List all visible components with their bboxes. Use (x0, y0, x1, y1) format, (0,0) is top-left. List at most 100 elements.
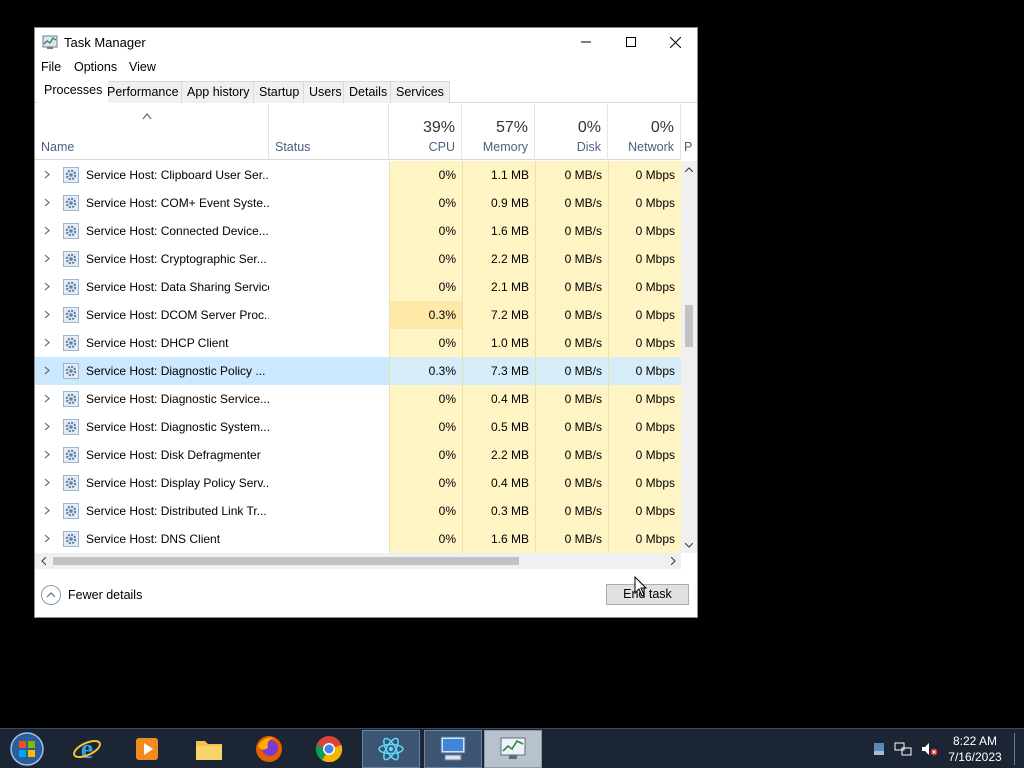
table-row[interactable]: Service Host: DNS Client 0% 1.6 MB 0 MB/s 0 … (35, 525, 681, 553)
column-header-status[interactable]: Status (269, 104, 389, 160)
process-cpu: 0.3% (389, 357, 462, 385)
expand-chevron-icon[interactable] (41, 413, 53, 441)
service-gear-icon (63, 419, 79, 435)
expand-chevron-icon[interactable] (41, 245, 53, 273)
tab-users[interactable]: Users (303, 81, 348, 103)
flag-notification-icon[interactable] (872, 741, 886, 757)
menu-view[interactable]: View (129, 60, 156, 74)
maximize-button[interactable] (608, 28, 654, 56)
expand-chevron-icon[interactable] (41, 273, 53, 301)
minimize-button[interactable] (563, 28, 609, 56)
column-header-network[interactable]: 0% Network (608, 104, 681, 160)
table-row[interactable]: Service Host: Disk Defragmenter 0% 2.2 MB 0… (35, 441, 681, 469)
close-button[interactable] (652, 28, 698, 56)
table-row[interactable]: Service Host: Clipboard User Ser... 0% 1.1… (35, 161, 681, 189)
taskbar-media-player[interactable] (118, 730, 176, 768)
react-atom-icon (378, 737, 404, 761)
remote-desktop-icon (440, 736, 466, 761)
process-network: 0 Mbps (608, 413, 681, 441)
column-header-row: Name Status 39% CPU 57% Memory 0% Disk 0… (35, 104, 692, 160)
vertical-scrollbar[interactable] (681, 161, 697, 553)
tab-startup[interactable]: Startup (253, 81, 306, 103)
column-header-overflow[interactable]: P (681, 104, 697, 160)
taskbar-firefox[interactable] (240, 730, 298, 768)
taskbar-file-explorer[interactable] (180, 730, 238, 768)
process-status (269, 161, 389, 189)
table-row[interactable]: Service Host: COM+ Event Syste... 0% 0.9 M… (35, 189, 681, 217)
expand-chevron-icon[interactable] (41, 329, 53, 357)
taskbar-react-devtools[interactable] (362, 730, 420, 768)
process-disk: 0 MB/s (535, 245, 608, 273)
process-network: 0 Mbps (608, 217, 681, 245)
service-gear-icon (63, 195, 79, 211)
tab-performance[interactable]: Performance (101, 81, 185, 103)
taskbar-internet-explorer[interactable]: e (58, 730, 116, 768)
network-icon[interactable] (894, 741, 912, 757)
expand-chevron-icon[interactable] (41, 301, 53, 329)
vertical-scroll-thumb[interactable] (685, 305, 693, 347)
table-row[interactable]: Service Host: Diagnostic Service... 0% 0.4… (35, 385, 681, 413)
process-status (269, 273, 389, 301)
tab-services[interactable]: Services (390, 81, 450, 103)
maximize-icon (626, 37, 636, 47)
scroll-down-arrow-icon[interactable] (681, 537, 697, 553)
column-label-network: Network (628, 140, 674, 154)
taskbar: e 8:22 AM 7/16/2023 (0, 728, 1024, 768)
horizontal-scrollbar[interactable] (35, 553, 681, 569)
process-cpu: 0% (389, 497, 462, 525)
table-row[interactable]: Service Host: Display Policy Serv... 0% 0.… (35, 469, 681, 497)
expand-chevron-icon[interactable] (41, 469, 53, 497)
clock[interactable]: 8:22 AM 7/16/2023 (940, 733, 1010, 765)
taskbar-remote-desktop[interactable] (424, 730, 482, 768)
chevron-up-circle-icon (41, 585, 61, 605)
process-disk: 0 MB/s (535, 217, 608, 245)
table-row[interactable]: Service Host: Connected Device... 0% 1.6 M… (35, 217, 681, 245)
tab-app-history[interactable]: App history (181, 81, 256, 103)
taskbar-chrome[interactable] (300, 730, 358, 768)
table-row[interactable]: Service Host: Distributed Link Tr... 0% 0.… (35, 497, 681, 525)
expand-chevron-icon[interactable] (41, 525, 53, 553)
taskbar-task-manager[interactable] (484, 730, 542, 768)
process-cpu: 0% (389, 329, 462, 357)
process-network: 0 Mbps (608, 525, 681, 553)
scroll-up-arrow-icon[interactable] (681, 161, 697, 177)
start-button[interactable] (6, 730, 48, 768)
internet-explorer-icon: e (73, 734, 101, 764)
task-manager-window: Task Manager File Options View Processes… (34, 27, 698, 618)
table-row[interactable]: Service Host: Data Sharing Service 0% 2.1 … (35, 273, 681, 301)
tab-processes[interactable]: Processes (38, 79, 109, 104)
fewer-details-button[interactable]: Fewer details (41, 584, 142, 606)
table-row[interactable]: Service Host: DCOM Server Proc... 0.3% 7.2… (35, 301, 681, 329)
volume-muted-icon[interactable] (920, 741, 938, 757)
horizontal-scroll-thumb[interactable] (53, 557, 519, 565)
expand-chevron-icon[interactable] (41, 497, 53, 525)
process-network: 0 Mbps (608, 273, 681, 301)
menu-bar: File Options View (35, 56, 697, 78)
service-gear-icon (63, 391, 79, 407)
column-header-disk[interactable]: 0% Disk (535, 104, 608, 160)
expand-chevron-icon[interactable] (41, 189, 53, 217)
process-network: 0 Mbps (608, 245, 681, 273)
column-header-cpu[interactable]: 39% CPU (389, 104, 462, 160)
column-header-memory[interactable]: 57% Memory (462, 104, 535, 160)
scroll-right-arrow-icon[interactable] (665, 553, 681, 569)
column-header-name[interactable]: Name (35, 104, 269, 160)
expand-chevron-icon[interactable] (41, 217, 53, 245)
expand-chevron-icon[interactable] (41, 357, 53, 385)
table-row[interactable]: Service Host: DHCP Client 0% 1.0 MB 0 MB/s 0… (35, 329, 681, 357)
table-row[interactable]: Service Host: Diagnostic System... 0% 0.5 … (35, 413, 681, 441)
menu-options[interactable]: Options (74, 60, 117, 74)
process-disk: 0 MB/s (535, 385, 608, 413)
expand-chevron-icon[interactable] (41, 385, 53, 413)
tab-details[interactable]: Details (343, 81, 394, 103)
footer-bar: Fewer details End task (35, 576, 697, 618)
show-desktop-button[interactable] (1014, 733, 1015, 765)
menu-file[interactable]: File (41, 60, 61, 74)
expand-chevron-icon[interactable] (41, 161, 53, 189)
process-disk: 0 MB/s (535, 273, 608, 301)
table-row[interactable]: Service Host: Diagnostic Policy ... 0.3% 7… (35, 357, 681, 385)
expand-chevron-icon[interactable] (41, 441, 53, 469)
table-row[interactable]: Service Host: Cryptographic Ser... 0% 2.2 … (35, 245, 681, 273)
scroll-left-arrow-icon[interactable] (35, 553, 51, 569)
title-bar[interactable]: Task Manager (35, 28, 697, 56)
